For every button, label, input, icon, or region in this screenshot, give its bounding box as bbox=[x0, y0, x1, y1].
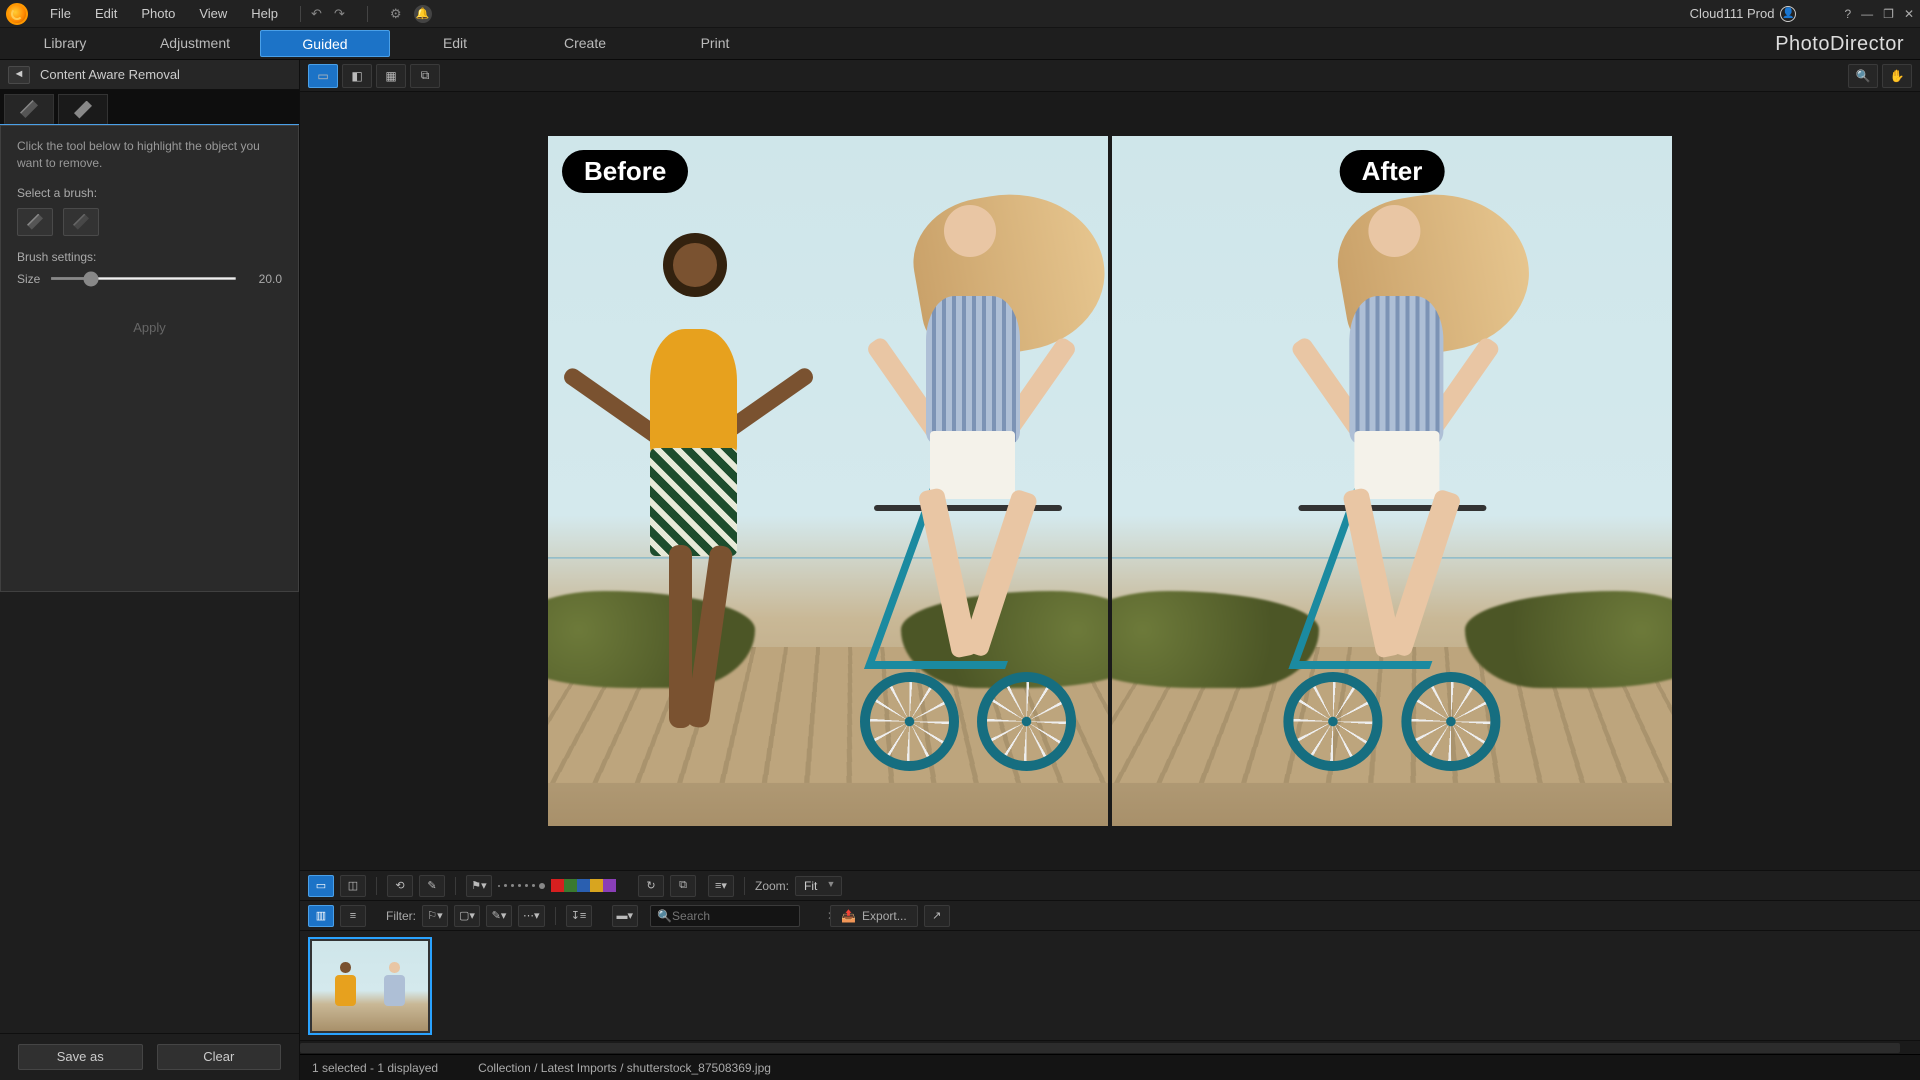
zoom-select[interactable]: Fit bbox=[795, 876, 842, 896]
menu-edit[interactable]: Edit bbox=[83, 0, 129, 28]
status-bar: 1 selected - 1 displayed Collection / La… bbox=[300, 1054, 1920, 1080]
settings-gear-icon[interactable]: ⚙ bbox=[390, 6, 402, 22]
brush-add-icon bbox=[27, 214, 43, 230]
filmstrip-scrollbar[interactable] bbox=[300, 1040, 1920, 1054]
flag-button[interactable]: ⚑▾ bbox=[466, 875, 492, 897]
export-button[interactable]: 📤 Export... bbox=[830, 905, 918, 927]
menu-view[interactable]: View bbox=[187, 0, 239, 28]
tab-adjustment[interactable]: Adjustment bbox=[130, 28, 260, 59]
kept-subject-after bbox=[1274, 205, 1509, 771]
view-side-by-side-button[interactable]: ◧ bbox=[342, 64, 372, 88]
apply-button[interactable]: Apply bbox=[115, 316, 185, 340]
removed-subject bbox=[593, 233, 783, 771]
panel-title: Content Aware Removal bbox=[40, 67, 180, 82]
brush-erase-icon bbox=[73, 214, 89, 230]
app-logo bbox=[6, 3, 28, 25]
search-box[interactable]: 🔍 ✕ bbox=[650, 905, 800, 927]
zoom-tool-button[interactable]: 🔍 bbox=[1848, 64, 1878, 88]
export-icon: 📤 bbox=[841, 909, 856, 923]
viewer-toolbar: ▭ ◧ ▦ ⧉ 🔍 ✋ bbox=[300, 60, 1920, 92]
rotate-left-button[interactable]: ⟲ bbox=[387, 875, 413, 897]
tab-guided[interactable]: Guided bbox=[260, 30, 390, 57]
account-name[interactable]: Cloud111 Prod bbox=[1690, 6, 1775, 21]
window-minimize-icon[interactable]: — bbox=[1861, 7, 1873, 21]
rating-toolbar: ▭ ◫ ⟲ ✎ ⚑▾ ↻ ⧉ ≡▾ Zoom: Fit bbox=[300, 870, 1920, 900]
view-grid-button[interactable]: ▦ bbox=[376, 64, 406, 88]
refresh-button[interactable]: ↻ bbox=[638, 875, 664, 897]
sort-order-button[interactable]: ↧≡ bbox=[566, 905, 592, 927]
filter-label-button[interactable]: ▢▾ bbox=[454, 905, 480, 927]
menu-file[interactable]: File bbox=[38, 0, 83, 28]
kept-subject-before bbox=[850, 205, 1085, 771]
search-input[interactable] bbox=[672, 909, 827, 923]
view-mode-2-button[interactable]: ◫ bbox=[340, 875, 366, 897]
module-tabs: Library Adjustment Guided Edit Create Pr… bbox=[0, 28, 1920, 60]
area-brush-icon bbox=[20, 100, 38, 118]
view-mode-1-button[interactable]: ▭ bbox=[308, 875, 334, 897]
before-image: Before bbox=[548, 136, 1108, 826]
after-badge: After bbox=[1340, 150, 1445, 193]
pan-tool-button[interactable]: ✋ bbox=[1882, 64, 1912, 88]
filter-more-button[interactable]: ⋯▾ bbox=[518, 905, 545, 927]
color-label-swatches[interactable] bbox=[551, 879, 616, 892]
export-label: Export... bbox=[862, 909, 907, 923]
stack-button[interactable]: ▬▾ bbox=[612, 905, 639, 927]
before-badge: Before bbox=[562, 150, 688, 193]
brand-label: PhotoDirector bbox=[780, 28, 1920, 59]
brush-erase-button[interactable] bbox=[63, 208, 99, 236]
redo-icon[interactable]: ↷ bbox=[334, 6, 345, 22]
sort-menu-button[interactable]: ≡▾ bbox=[708, 875, 734, 897]
menubar: File Edit Photo View Help ↶ ↷ ⚙ 🔔 Cloud1… bbox=[0, 0, 1920, 28]
after-image: After bbox=[1112, 136, 1672, 826]
account-avatar-icon[interactable]: 👤 bbox=[1780, 6, 1796, 22]
help-icon[interactable]: ? bbox=[1844, 7, 1851, 21]
zoom-label: Zoom: bbox=[755, 879, 789, 893]
window-close-icon[interactable]: ✕ bbox=[1904, 7, 1914, 21]
back-button[interactable]: ◄ bbox=[8, 66, 30, 84]
tab-library[interactable]: Library bbox=[0, 28, 130, 59]
select-brush-label: Select a brush: bbox=[17, 186, 282, 200]
rotate-right-button[interactable]: ✎ bbox=[419, 875, 445, 897]
status-path: Collection / Latest Imports / shuttersto… bbox=[478, 1061, 771, 1075]
search-icon: 🔍 bbox=[657, 909, 672, 923]
status-selection: 1 selected - 1 displayed bbox=[312, 1061, 438, 1075]
menu-photo[interactable]: Photo bbox=[129, 0, 187, 28]
tab-create[interactable]: Create bbox=[520, 28, 650, 59]
filter-toolbar: ▥ ≡ Filter: ⚐▾ ▢▾ ✎▾ ⋯▾ ↧≡ ▬▾ 🔍 ✕ 📤 Expo… bbox=[300, 900, 1920, 930]
notifications-bell-icon[interactable]: 🔔 bbox=[414, 5, 432, 23]
strip-view-list-button[interactable]: ≡ bbox=[340, 905, 366, 927]
filter-edit-button[interactable]: ✎▾ bbox=[486, 905, 512, 927]
brush-settings-label: Brush settings: bbox=[17, 250, 282, 264]
filmstrip: ✎ bbox=[300, 930, 1920, 1040]
share-button[interactable]: ↗ bbox=[924, 905, 950, 927]
filter-label: Filter: bbox=[386, 909, 416, 923]
brush-add-button[interactable] bbox=[17, 208, 53, 236]
line-brush-icon bbox=[74, 101, 92, 119]
view-compare-button[interactable]: ⧉ bbox=[410, 64, 440, 88]
tool-tab-line-brush[interactable] bbox=[58, 94, 108, 124]
undo-icon[interactable]: ↶ bbox=[311, 6, 322, 22]
save-as-button[interactable]: Save as bbox=[18, 1044, 143, 1070]
size-slider[interactable] bbox=[50, 277, 237, 280]
tab-edit[interactable]: Edit bbox=[390, 28, 520, 59]
left-panel: ◄ Content Aware Removal Click the tool b… bbox=[0, 60, 300, 1080]
clear-button[interactable]: Clear bbox=[157, 1044, 282, 1070]
menu-help[interactable]: Help bbox=[239, 0, 290, 28]
view-single-button[interactable]: ▭ bbox=[308, 64, 338, 88]
size-value: 20.0 bbox=[247, 272, 282, 286]
panel-hint: Click the tool below to highlight the ob… bbox=[17, 138, 282, 172]
compare-toggle-button[interactable]: ⧉ bbox=[670, 875, 696, 897]
filmstrip-thumb[interactable]: ✎ bbox=[308, 937, 432, 1035]
filter-flag-button[interactable]: ⚐▾ bbox=[422, 905, 448, 927]
panel-tool-tabs bbox=[0, 90, 299, 125]
size-label: Size bbox=[17, 272, 40, 286]
tab-print[interactable]: Print bbox=[650, 28, 780, 59]
strip-view-grid-button[interactable]: ▥ bbox=[308, 905, 334, 927]
rating-dots[interactable] bbox=[498, 883, 545, 889]
tool-tab-area-brush[interactable] bbox=[4, 94, 54, 124]
window-maximize-icon[interactable]: ❐ bbox=[1883, 7, 1894, 21]
image-canvas[interactable]: Before bbox=[300, 92, 1920, 870]
